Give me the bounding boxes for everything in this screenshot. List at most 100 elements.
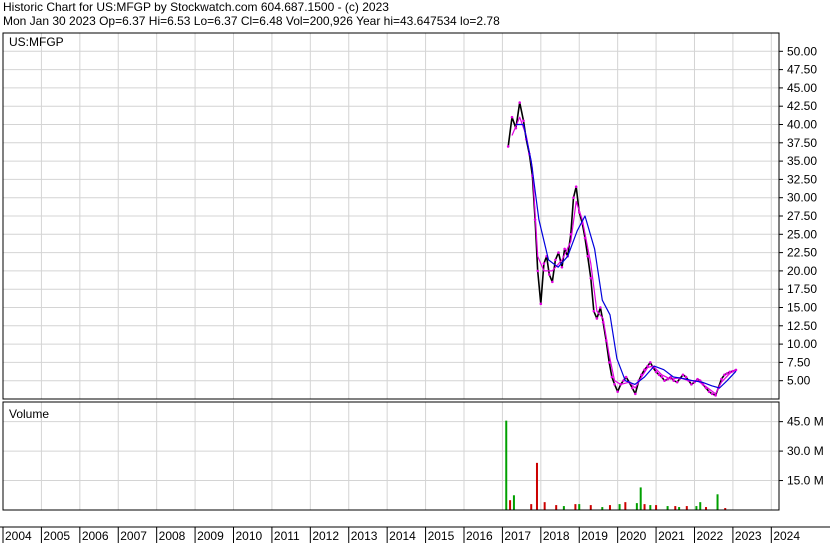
- price-point: [595, 317, 599, 320]
- price-point: [663, 379, 666, 383]
- volume-bar: [695, 506, 698, 510]
- x-tick-label: 2017: [504, 529, 531, 543]
- price-point: [720, 377, 723, 381]
- price-point: [536, 269, 540, 273]
- price-point: [518, 101, 521, 104]
- price-point: [630, 386, 634, 390]
- volume-bar: [562, 506, 565, 510]
- price-point: [723, 373, 726, 377]
- price-point: [725, 372, 729, 375]
- volume-bar: [618, 504, 621, 510]
- price-point: [707, 390, 711, 393]
- x-tick-label: 2008: [159, 529, 186, 543]
- volume-grid: [2, 402, 779, 510]
- volume-bar: [509, 500, 512, 510]
- price-point: [672, 379, 676, 383]
- price-point: [654, 370, 658, 374]
- axes: 2004 2005 2006 2007 2008 2009 2010 2011 2012 2013…: [0, 32, 830, 543]
- volume-bar: [512, 495, 515, 510]
- price-tick-label: 17.50: [787, 282, 817, 296]
- price-point: [710, 392, 714, 396]
- price-point: [681, 373, 685, 377]
- price-tick-label: 50.00: [787, 44, 817, 58]
- price-point: [599, 306, 602, 309]
- x-tick-label: 2010: [235, 529, 262, 543]
- volume-bar: [685, 506, 688, 510]
- price-point: [624, 375, 628, 379]
- price-tick-label: 40.00: [787, 118, 817, 132]
- x-tick-label: 2020: [620, 529, 647, 543]
- price-point: [510, 115, 514, 119]
- x-tick-label: 2024: [773, 529, 800, 543]
- price-point: [649, 361, 652, 364]
- x-tick-label: 2019: [581, 529, 608, 543]
- x-tick-label: 2004: [5, 529, 32, 543]
- x-tick-label: 2013: [351, 529, 378, 543]
- price-tick-label: 27.50: [787, 209, 817, 223]
- price-tick-label: 45.00: [787, 81, 817, 95]
- price-point: [634, 392, 637, 396]
- price-line: [507, 101, 737, 397]
- x-tick-label: 2009: [197, 529, 224, 543]
- price-point: [557, 251, 560, 254]
- volume-panel-label: Volume: [9, 407, 49, 421]
- price-tick-label: 47.50: [787, 63, 817, 77]
- x-tick-label: 2021: [658, 529, 685, 543]
- price-point: [506, 145, 510, 148]
- volume-bar: [643, 504, 646, 510]
- price-marks: [506, 101, 738, 397]
- volume-tick-label: 15.0 M: [787, 474, 824, 488]
- price-tick-label: 10.00: [787, 337, 817, 351]
- volume-bar: [535, 462, 538, 510]
- price-tick-label: 30.00: [787, 191, 817, 205]
- price-point: [660, 375, 664, 379]
- x-tick-label: 2015: [428, 529, 455, 543]
- volume-panel-border: [2, 401, 780, 511]
- x-tick-label: 2011: [274, 529, 300, 543]
- price-point: [572, 196, 575, 199]
- price-point: [589, 276, 593, 280]
- price-tick-label: 20.00: [787, 264, 817, 278]
- price-point: [551, 280, 554, 284]
- price-tick-label: 25.00: [787, 227, 817, 241]
- price-point: [574, 185, 578, 189]
- x-tick-label: 2023: [735, 529, 762, 543]
- x-tick-label: 2005: [43, 529, 70, 543]
- volume-bar: [699, 502, 702, 510]
- price-tick-label: 15.00: [787, 301, 817, 315]
- x-tick-label: 2014: [389, 529, 416, 543]
- price-tick-label: 42.50: [787, 99, 817, 113]
- price-point: [690, 383, 693, 386]
- volume-tick-label: 30.0 M: [787, 444, 824, 458]
- price-point: [547, 273, 551, 276]
- volume-bar: [543, 502, 546, 510]
- x-tick-label: 2018: [543, 529, 570, 543]
- volume-bar: [589, 505, 592, 510]
- volume-bar: [716, 494, 719, 510]
- price-point: [613, 383, 616, 386]
- x-tick-label: 2012: [312, 529, 339, 543]
- price-tick-label: 32.50: [787, 172, 817, 186]
- volume-bar: [578, 504, 581, 510]
- x-tick-label: 2022: [696, 529, 723, 543]
- volume-bar: [635, 503, 638, 510]
- price-tick-label: 5.00: [787, 374, 811, 388]
- price-tick-label: 35.00: [787, 154, 817, 168]
- volume-bar: [639, 487, 642, 510]
- volume-bar: [624, 502, 627, 510]
- price-point: [592, 309, 596, 313]
- volume-bar: [674, 506, 677, 510]
- volume-bar: [649, 505, 652, 510]
- volume-tick-label: 45.0 M: [787, 415, 824, 429]
- x-tick-label: 2006: [82, 529, 109, 543]
- price-point: [560, 265, 564, 269]
- price-tick-label: 37.50: [787, 136, 817, 150]
- price-point: [675, 380, 679, 384]
- volume-bar: [555, 505, 558, 510]
- price-point: [522, 119, 525, 123]
- volume-bar: [608, 505, 611, 510]
- price-tick-label: 22.50: [787, 246, 817, 260]
- price-point: [563, 247, 566, 251]
- volume-bar: [655, 505, 658, 510]
- volume-bar: [666, 506, 669, 510]
